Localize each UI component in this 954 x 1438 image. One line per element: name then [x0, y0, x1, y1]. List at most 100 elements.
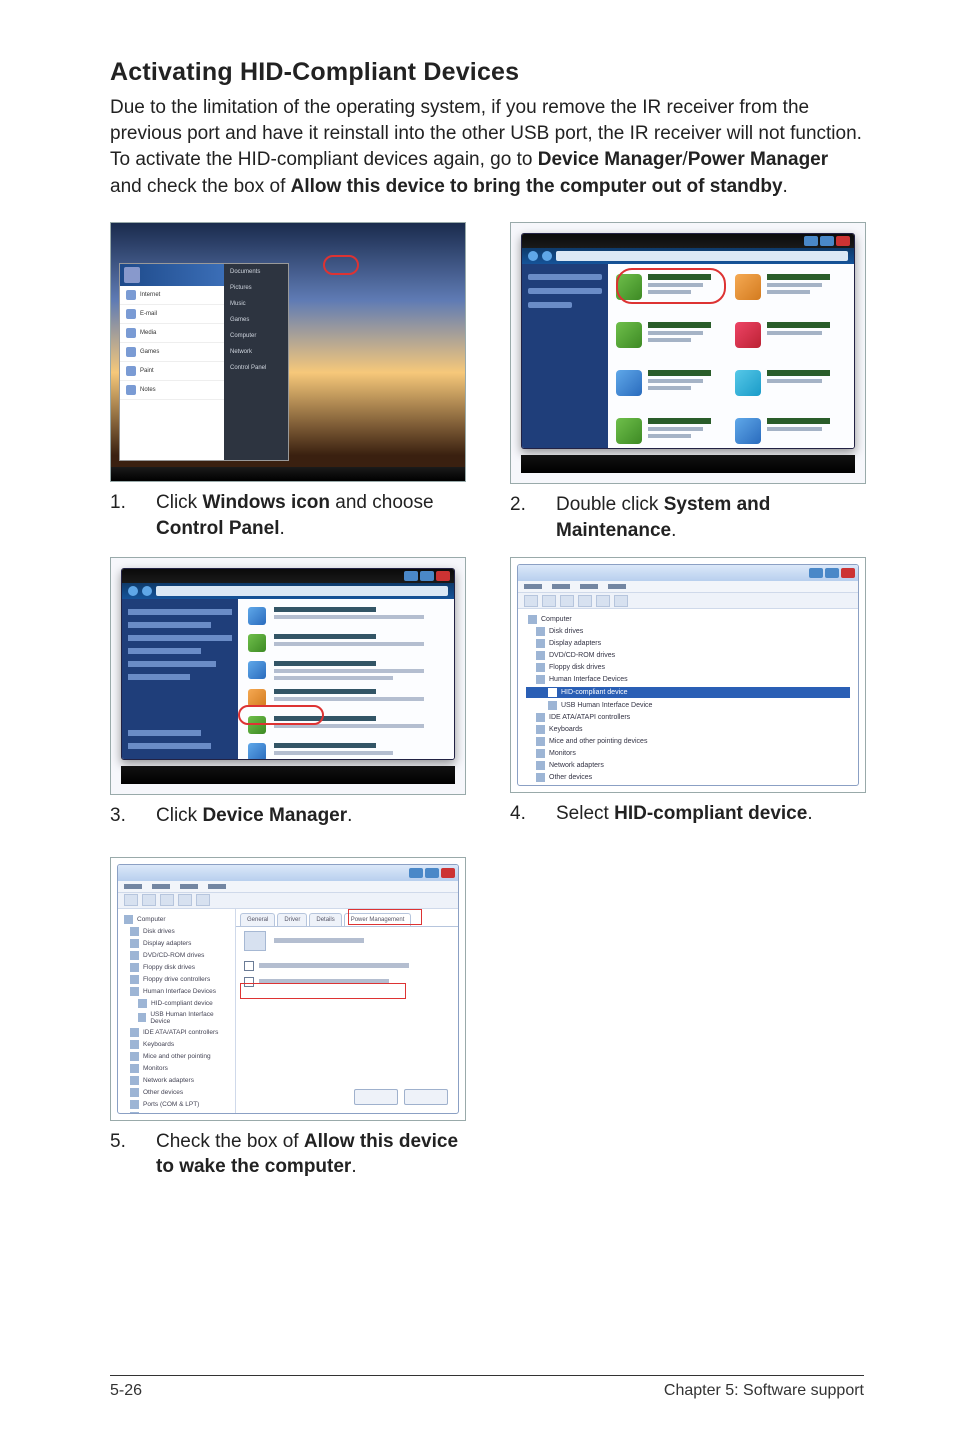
address-field [556, 251, 848, 261]
device-category-icon [536, 627, 545, 636]
start-menu: Internet E-mail Media Games Paint Notes … [119, 263, 289, 461]
device-category-icon [536, 725, 545, 734]
welcome-center-icon [248, 607, 266, 625]
col-step-2: 2. Double click System and Maintenance. [510, 222, 866, 543]
tab-general: General [240, 913, 275, 926]
app-icon [126, 309, 136, 319]
screenshot-device-manager: Computer Disk drives Display adapters DV… [510, 557, 866, 793]
document-page: Activating HID-Compliant Devices Due to … [0, 0, 954, 1438]
t: . [280, 518, 285, 539]
screenshot-start-menu: Internet E-mail Media Games Paint Notes … [110, 222, 466, 482]
user-accounts-icon [735, 274, 761, 300]
t: . [351, 1156, 356, 1177]
app-icon [126, 290, 136, 300]
back-icon [528, 251, 538, 261]
app-icon [126, 347, 136, 357]
system-maintenance-list [238, 599, 454, 759]
maximize-icon [820, 236, 834, 246]
hardware-sound-icon [616, 418, 642, 444]
t: Check the box of [156, 1131, 304, 1152]
window-titlebar [122, 569, 454, 583]
app-icon [126, 328, 136, 338]
step-1-caption: 1. Click Windows icon and choose Control… [110, 490, 466, 541]
maximize-icon [825, 568, 839, 578]
menubar [518, 581, 858, 593]
window-titlebar [522, 234, 854, 248]
app-icon [126, 366, 136, 376]
step-2-caption: 2. Double click System and Maintenance. [510, 492, 866, 543]
taskbar [121, 766, 455, 784]
device-category-icon [130, 1100, 139, 1109]
start-right-item: Games [224, 312, 288, 328]
maximize-icon [420, 571, 434, 581]
device-category-icon [536, 773, 545, 782]
cancel-button [404, 1089, 448, 1105]
page-footer: 5-26 Chapter 5: Software support [110, 1382, 864, 1400]
chapter-label: Chapter 5: Software support [664, 1382, 864, 1400]
start-menu-item: Internet [120, 286, 224, 305]
computer-icon [124, 915, 133, 924]
device-category-icon [536, 639, 545, 648]
toolbar-icon [614, 595, 628, 607]
ease-access-icon [735, 418, 761, 444]
device-category-icon [130, 1052, 139, 1061]
app-icon [126, 385, 136, 395]
toolbar-icon [178, 894, 192, 906]
device-category-icon [536, 761, 545, 770]
security-icon [616, 322, 642, 348]
forward-icon [542, 251, 552, 261]
address-field [156, 586, 448, 596]
start-right-item: Control Panel [224, 360, 288, 376]
t: Select [556, 803, 614, 824]
step-3-caption: 3. Click Device Manager. [110, 803, 466, 829]
backup-restore-icon [248, 634, 266, 652]
window-titlebar [518, 565, 858, 581]
properties-dialog: General Driver Details Power Management [236, 909, 458, 1113]
device-category-icon [130, 963, 139, 972]
address-bar [522, 248, 854, 264]
device-category-icon [130, 927, 139, 936]
user-avatar-icon [124, 267, 140, 283]
minimize-icon [804, 236, 818, 246]
t: . [807, 803, 812, 824]
intro-bold-3: Allow this device to bring the computer … [291, 176, 783, 197]
clock-region-icon [735, 370, 761, 396]
checkbox [244, 961, 254, 971]
step-number: 3. [110, 803, 130, 829]
device-icon [138, 1013, 146, 1022]
minimize-icon [404, 571, 418, 581]
section-heading: Activating HID-Compliant Devices [110, 58, 864, 87]
step-number: 5. [110, 1129, 130, 1180]
device-category-icon [130, 1040, 139, 1049]
toolbar-icon [124, 894, 138, 906]
col-step-1: Internet E-mail Media Games Paint Notes … [110, 222, 466, 541]
start-right-item: Pictures [224, 280, 288, 296]
back-icon [128, 586, 138, 596]
tab-details: Details [309, 913, 341, 926]
b: HID-compliant device [614, 803, 807, 824]
device-category-icon [130, 975, 139, 984]
footer-rule [110, 1375, 864, 1376]
intro-paragraph: Due to the limitation of the operating s… [110, 95, 864, 200]
step-4-caption: 4. Select HID-compliant device. [510, 801, 866, 827]
highlight-ring [238, 705, 324, 725]
window-titlebar [118, 865, 458, 881]
step-number: 2. [510, 492, 530, 543]
device-category-icon [536, 749, 545, 758]
device-category-icon [130, 1076, 139, 1085]
device-category-icon [130, 987, 139, 996]
toolbar-icon [142, 894, 156, 906]
row-1: Internet E-mail Media Games Paint Notes … [110, 222, 864, 543]
system-icon [248, 661, 266, 679]
start-menu-item: Notes [120, 381, 224, 400]
step-number: 4. [510, 801, 530, 827]
t: Click [156, 492, 202, 513]
maximize-icon [425, 868, 439, 878]
device-icon [244, 931, 266, 951]
toolbar-icon [196, 894, 210, 906]
control-panel-sidebar [522, 264, 608, 448]
highlight-ring [323, 255, 359, 275]
row-3: Computer Disk drives Display adapters DV… [110, 857, 864, 1180]
device-category-icon [130, 951, 139, 960]
start-menu-item: E-mail [120, 305, 224, 324]
